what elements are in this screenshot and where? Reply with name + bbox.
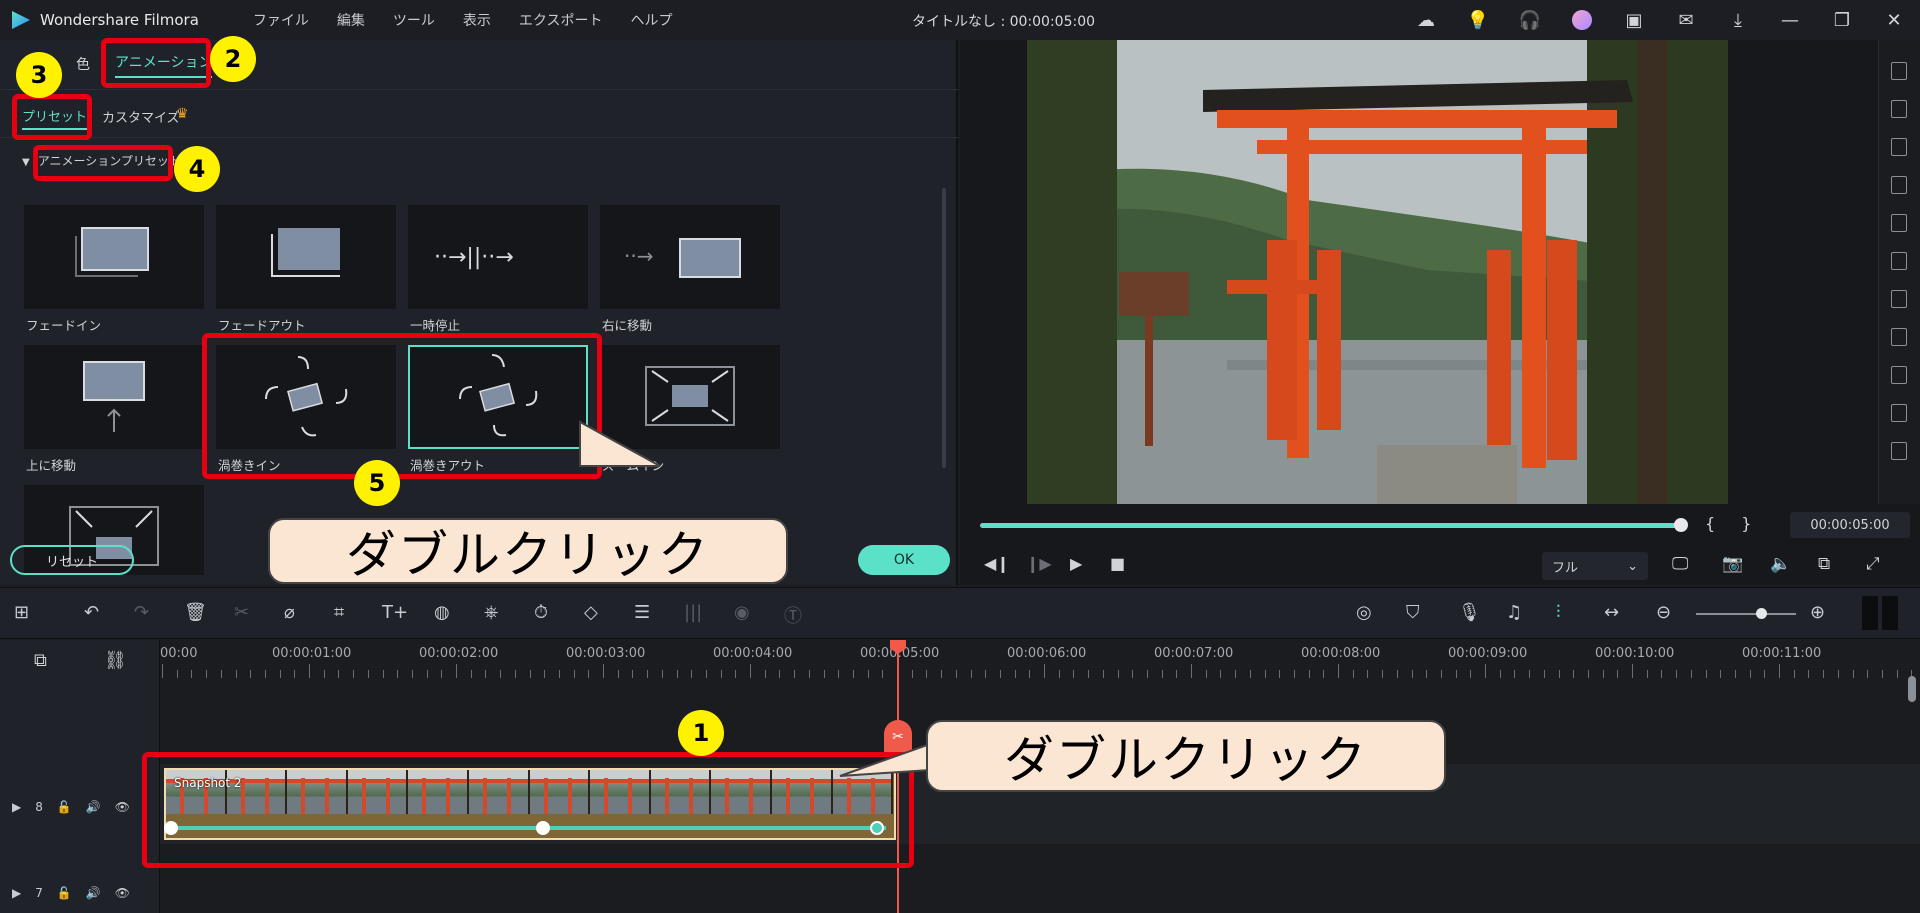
callout-double-click-top: ダブルクリック [268,518,788,584]
callout-pointer-top [579,420,661,467]
callout-double-click-bottom: ダブルクリック [926,720,1446,792]
filmora-window: Wondershare Filmora ファイル 編集 ツール 表示 エクスポー… [0,0,1920,913]
callout-pointer-bottom [839,742,931,777]
